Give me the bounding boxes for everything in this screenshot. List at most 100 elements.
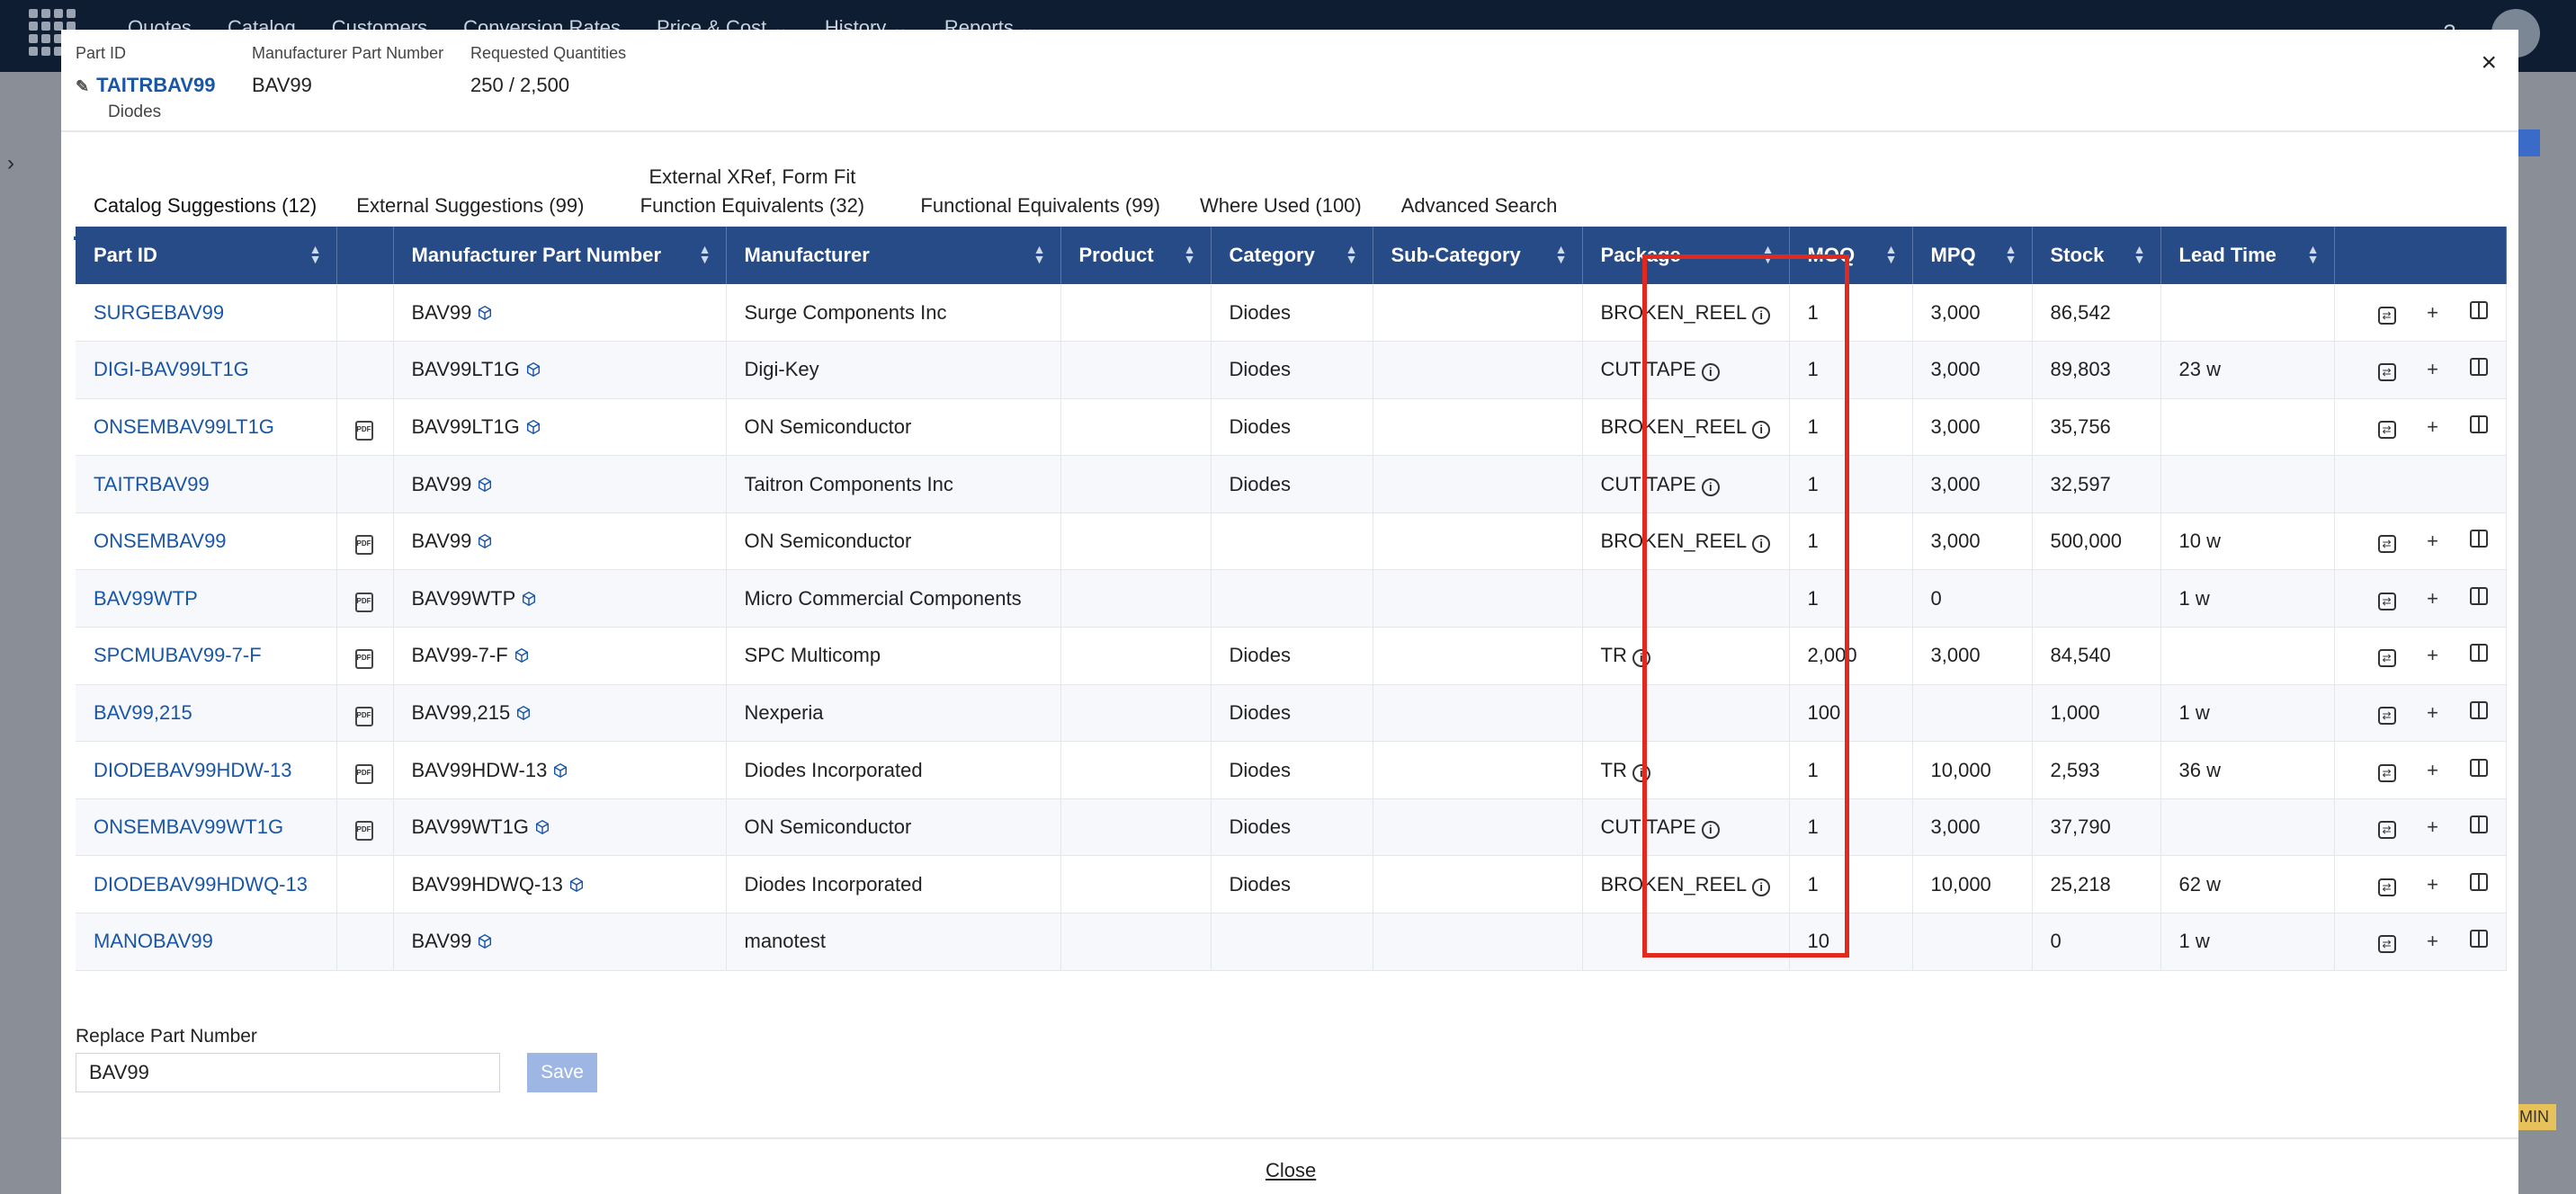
add-icon[interactable]: +	[2427, 759, 2439, 782]
replace-icon[interactable]: ⇄	[2377, 701, 2396, 725]
sort-icon[interactable]: ▲ ▼	[1885, 243, 1898, 265]
sort-icon[interactable]: ▲ ▼	[1762, 243, 1775, 265]
col-category[interactable]: Category ▲ ▼	[1211, 227, 1373, 284]
replace-icon[interactable]: ⇄	[2377, 530, 2396, 554]
sort-icon[interactable]: ▲ ▼	[1033, 243, 1046, 265]
sort-icon[interactable]: ▲ ▼	[1184, 243, 1196, 265]
replace-icon[interactable]: ⇄	[2377, 301, 2396, 325]
compare-icon[interactable]	[2469, 758, 2488, 782]
part-id-link[interactable]: TAITRBAV99	[96, 74, 215, 96]
replace-icon[interactable]: ⇄	[2377, 358, 2396, 382]
part-id-cell[interactable]: TAITRBAV99	[76, 455, 337, 513]
add-icon[interactable]: +	[2427, 530, 2439, 553]
doc-cell[interactable]: PDF	[336, 627, 394, 685]
replace-part-input[interactable]	[76, 1053, 500, 1092]
part-id-cell[interactable]: DIODEBAV99HDW-13	[76, 741, 337, 799]
compare-icon[interactable]	[2469, 300, 2488, 325]
cube-icon[interactable]	[477, 931, 493, 949]
pdf-icon[interactable]: PDF	[354, 649, 373, 670]
doc-cell[interactable]: PDF	[336, 741, 394, 799]
add-icon[interactable]: +	[2427, 301, 2439, 325]
cube-icon[interactable]	[525, 360, 541, 378]
part-id-cell[interactable]: SPCMUBAV99-7-F	[76, 627, 337, 685]
col-manufacturer[interactable]: Manufacturer ▲ ▼	[726, 227, 1061, 284]
info-icon[interactable]: i	[1752, 535, 1771, 554]
sort-icon[interactable]: ▲ ▼	[1555, 243, 1568, 265]
chevron-right-icon[interactable]: ›	[7, 151, 14, 176]
info-icon[interactable]: i	[1752, 306, 1771, 325]
compare-icon[interactable]	[2469, 358, 2488, 381]
doc-cell[interactable]: PDF	[336, 798, 394, 857]
pdf-icon[interactable]: PDF	[354, 821, 373, 842]
doc-cell[interactable]: PDF	[336, 569, 394, 628]
compare-icon[interactable]	[2469, 872, 2488, 896]
cube-icon[interactable]	[521, 589, 537, 606]
pdf-icon[interactable]: PDF	[354, 420, 373, 441]
compare-icon[interactable]	[2469, 530, 2488, 553]
compare-icon[interactable]	[2469, 700, 2488, 725]
info-icon[interactable]: i	[1752, 420, 1771, 439]
pdf-icon[interactable]: PDF	[354, 763, 373, 784]
sort-icon[interactable]: ▲ ▼	[2307, 243, 2320, 265]
cube-icon[interactable]	[477, 303, 493, 320]
replace-icon[interactable]: ⇄	[2377, 930, 2396, 954]
sort-icon[interactable]: ▲ ▼	[2005, 243, 2017, 265]
part-id-cell[interactable]: SURGEBAV99	[76, 284, 337, 343]
part-id-link[interactable]: BAV99WTP	[94, 587, 198, 610]
info-icon[interactable]: i	[1632, 649, 1650, 668]
info-icon[interactable]: i	[1701, 477, 1720, 496]
replace-icon[interactable]: ⇄	[2377, 415, 2396, 439]
save-button[interactable]: Save	[527, 1053, 597, 1092]
add-icon[interactable]: +	[2427, 587, 2439, 610]
part-id-cell[interactable]: BAV99,215	[76, 684, 337, 743]
add-icon[interactable]: +	[2427, 930, 2439, 953]
part-id-link[interactable]: DIODEBAV99HDWQ-13	[94, 873, 308, 896]
close-button[interactable]: Close	[1266, 1159, 1316, 1182]
part-id-link[interactable]: BAV99,215	[94, 701, 192, 724]
info-icon[interactable]: i	[1701, 363, 1720, 382]
pdf-icon[interactable]: PDF	[354, 706, 373, 726]
part-id-cell[interactable]: BAV99WTP	[76, 569, 337, 628]
sort-icon[interactable]: ▲ ▼	[2133, 243, 2146, 265]
add-icon[interactable]: +	[2427, 873, 2439, 896]
doc-cell[interactable]: PDF	[336, 512, 394, 571]
part-id-link[interactable]: ONSEMBAV99	[94, 530, 227, 552]
cube-icon[interactable]	[534, 817, 550, 835]
col-package[interactable]: Package ▲ ▼	[1582, 227, 1790, 284]
compare-icon[interactable]	[2469, 414, 2488, 439]
doc-cell[interactable]: PDF	[336, 684, 394, 743]
part-id-link[interactable]: ONSEMBAV99WT1G	[94, 815, 283, 838]
cube-icon[interactable]	[525, 417, 541, 435]
cube-icon[interactable]	[552, 761, 568, 778]
col-stock[interactable]: Stock ▲ ▼	[2032, 227, 2161, 284]
part-id-value[interactable]: ✎ TAITRBAV99	[76, 74, 216, 97]
sort-icon[interactable]: ▲ ▼	[309, 243, 322, 265]
sort-icon[interactable]: ▲ ▼	[699, 243, 711, 265]
add-icon[interactable]: +	[2427, 358, 2439, 381]
part-id-link[interactable]: TAITRBAV99	[94, 473, 210, 495]
col-sub-category[interactable]: Sub-Category ▲ ▼	[1373, 227, 1583, 284]
pdf-icon[interactable]: PDF	[354, 535, 373, 556]
cube-icon[interactable]	[515, 703, 532, 720]
replace-icon[interactable]: ⇄	[2377, 759, 2396, 782]
part-id-cell[interactable]: MANOBAV99	[76, 913, 337, 971]
part-id-cell[interactable]: DIGI-BAV99LT1G	[76, 341, 337, 399]
part-id-link[interactable]: ONSEMBAV99LT1G	[94, 415, 274, 438]
compare-icon[interactable]	[2469, 586, 2488, 610]
info-icon[interactable]: i	[1752, 878, 1771, 896]
col-part-id[interactable]: Part ID ▲ ▼	[76, 227, 337, 284]
doc-cell[interactable]: PDF	[336, 398, 394, 457]
sort-icon[interactable]: ▲ ▼	[1346, 243, 1358, 265]
col-mpq[interactable]: MPQ ▲ ▼	[1912, 227, 2033, 284]
add-icon[interactable]: +	[2427, 701, 2439, 725]
part-id-link[interactable]: DIODEBAV99HDW-13	[94, 759, 291, 781]
replace-icon[interactable]: ⇄	[2377, 815, 2396, 840]
info-icon[interactable]: i	[1632, 763, 1650, 782]
compare-icon[interactable]	[2469, 815, 2488, 839]
part-id-link[interactable]: MANOBAV99	[94, 930, 213, 952]
compare-icon[interactable]	[2469, 930, 2488, 953]
info-icon[interactable]: i	[1701, 821, 1720, 840]
add-icon[interactable]: +	[2427, 415, 2439, 439]
part-id-cell[interactable]: ONSEMBAV99LT1G	[76, 398, 337, 457]
cube-icon[interactable]	[568, 875, 585, 892]
